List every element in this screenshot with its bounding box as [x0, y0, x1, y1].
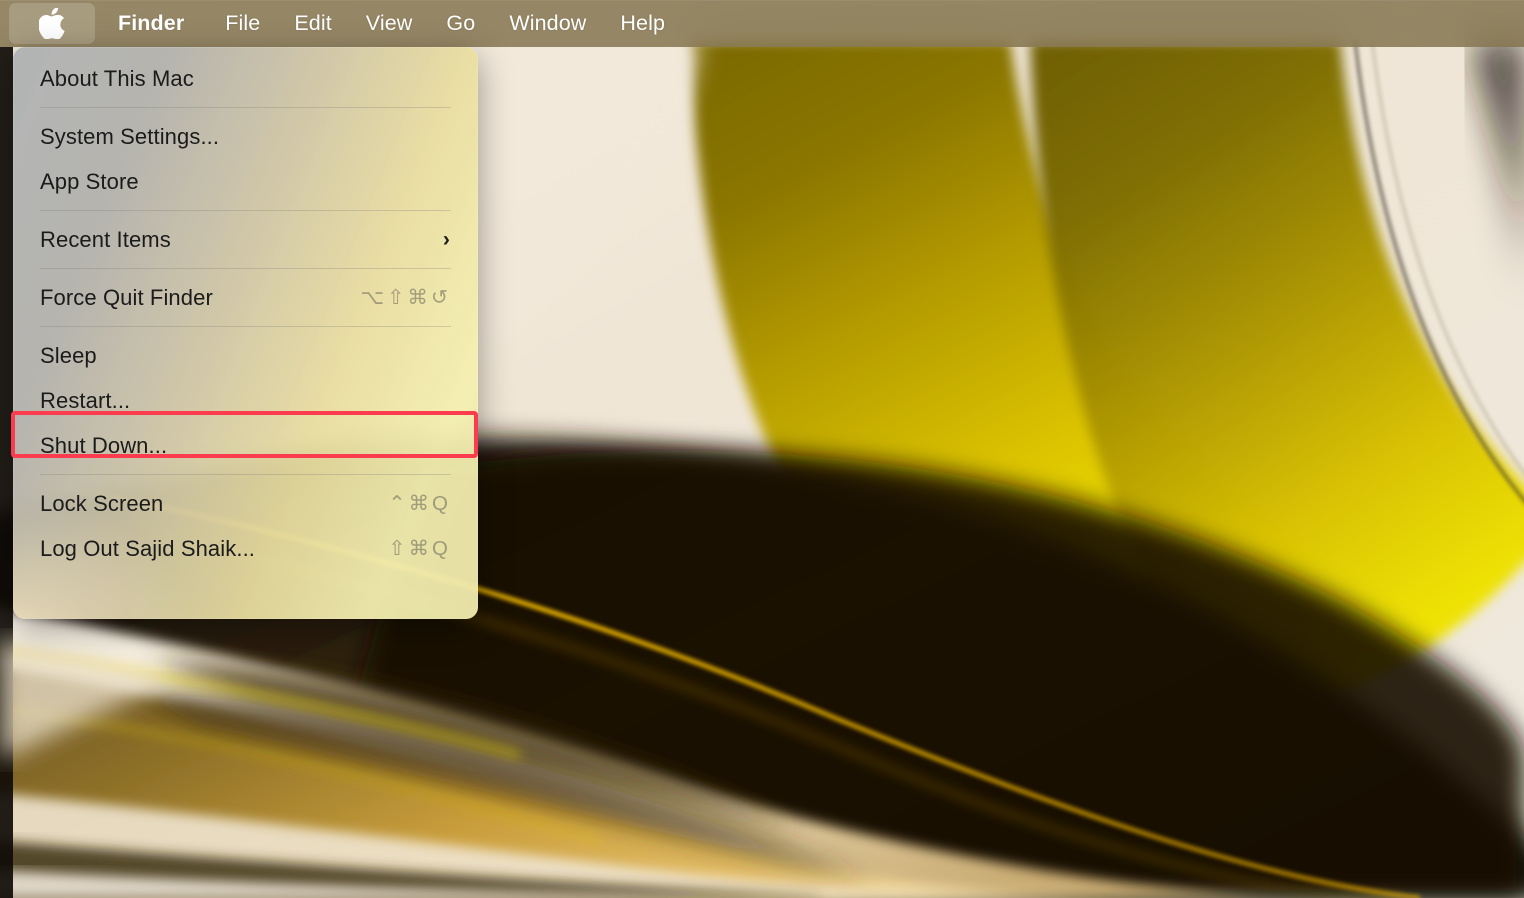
menu-item-sleep[interactable]: Sleep: [13, 333, 478, 378]
apple-menu-highlight: [9, 3, 95, 44]
desktop-screen: Finder File Edit View Go Window Help Abo…: [0, 0, 1524, 898]
menu-item-shut-down[interactable]: Shut Down...: [13, 423, 478, 468]
menu-item-label: System Settings...: [40, 124, 219, 150]
menu-item-label: Shut Down...: [40, 433, 167, 459]
menu-separator: [40, 268, 451, 269]
menu-item-label: Restart...: [40, 388, 130, 414]
menubar-item-edit[interactable]: Edit: [277, 0, 348, 47]
menu-bar: Finder File Edit View Go Window Help: [0, 0, 1524, 47]
menu-item-label: App Store: [40, 169, 139, 195]
menubar-item-view[interactable]: View: [349, 0, 430, 47]
menu-item-shortcut: ⌃⌘Q: [388, 491, 451, 516]
menu-item-lock-screen[interactable]: Lock Screen ⌃⌘Q: [13, 481, 478, 526]
menubar-item-window[interactable]: Window: [492, 0, 603, 47]
menu-item-restart[interactable]: Restart...: [13, 378, 478, 423]
menu-item-force-quit-finder[interactable]: Force Quit Finder ⌥⇧⌘↺: [13, 275, 478, 320]
menu-item-label: Force Quit Finder: [40, 285, 213, 311]
menu-separator: [40, 474, 451, 475]
menu-item-recent-items[interactable]: Recent Items ›: [13, 217, 478, 262]
menu-item-app-store[interactable]: App Store: [13, 159, 478, 204]
menu-item-label: Lock Screen: [40, 491, 163, 517]
menu-item-label: Recent Items: [40, 227, 171, 253]
menubar-item-help[interactable]: Help: [603, 0, 682, 47]
apple-menu-dropdown: About This Mac System Settings... App St…: [13, 47, 478, 619]
chevron-right-icon: ›: [443, 229, 450, 250]
menu-item-label: About This Mac: [40, 66, 194, 92]
menubar-item-finder[interactable]: Finder: [104, 0, 208, 47]
menubar-item-file[interactable]: File: [208, 0, 277, 47]
menu-item-label: Sleep: [40, 343, 97, 369]
menu-item-shortcut: ⇧⌘Q: [388, 536, 451, 561]
menu-item-label: Log Out Sajid Shaik...: [40, 536, 255, 562]
menu-separator: [40, 210, 451, 211]
menu-item-system-settings[interactable]: System Settings...: [13, 114, 478, 159]
menu-item-shortcut: ⌥⇧⌘↺: [361, 285, 451, 310]
apple-menu-button[interactable]: [0, 0, 104, 47]
menu-item-about-this-mac[interactable]: About This Mac: [13, 56, 478, 101]
menu-separator: [40, 107, 451, 108]
menu-item-log-out[interactable]: Log Out Sajid Shaik... ⇧⌘Q: [13, 526, 478, 571]
menubar-item-go[interactable]: Go: [429, 0, 492, 47]
menu-separator: [40, 326, 451, 327]
apple-logo-icon: [39, 8, 65, 39]
